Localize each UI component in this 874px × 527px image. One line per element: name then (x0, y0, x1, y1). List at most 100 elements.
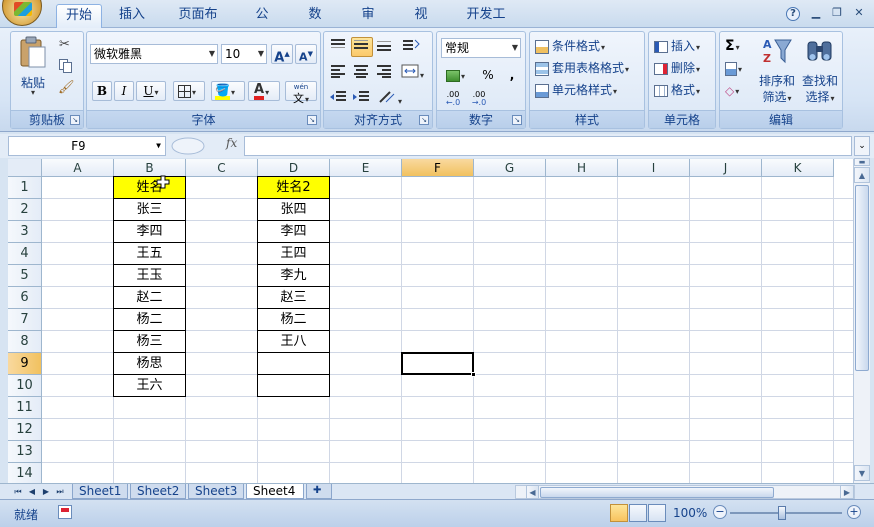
borders-button[interactable]: ▾ (173, 81, 205, 101)
row-header[interactable]: 11 (8, 397, 42, 419)
tab-developer[interactable]: 开发工具 (453, 4, 519, 44)
column-header[interactable]: E (330, 159, 402, 177)
format-painter-icon[interactable]: 🖌 (58, 80, 75, 95)
paste-button[interactable]: 粘贴 ▾ (15, 36, 51, 106)
font-color-button[interactable]: A▾ (248, 81, 280, 101)
conditional-format-button[interactable]: 条件格式▾ (534, 36, 642, 56)
table-cell[interactable]: 赵三 (257, 286, 330, 309)
phonetic-button[interactable]: wén 文▾ (285, 81, 317, 104)
row-header[interactable]: 14 (8, 463, 42, 483)
formula-input[interactable] (244, 136, 852, 156)
fill-button[interactable]: ▾ (724, 58, 754, 78)
sort-filter-button[interactable]: A Z 排序和 筛选▾ (756, 34, 798, 106)
sheet-tab-3[interactable]: Sheet3 (188, 484, 244, 499)
sheet-tab-4[interactable]: Sheet4 (246, 484, 304, 499)
number-format-combo[interactable]: 常规 ▼ (441, 38, 521, 58)
zoom-level[interactable]: 100% (673, 506, 707, 520)
row-header[interactable]: 3 (8, 221, 42, 243)
table-cell[interactable]: 杨三 (113, 330, 186, 353)
row-header[interactable]: 1 (8, 177, 42, 199)
minimize-icon[interactable]: ▁ (808, 6, 824, 22)
align-right-button[interactable] (374, 63, 396, 83)
column-header[interactable]: A (42, 159, 114, 177)
tab-page-layout[interactable]: 页面布局 (166, 4, 230, 44)
merge-center-button[interactable]: ▾ (400, 63, 428, 83)
tab-insert[interactable]: 插入 (110, 4, 154, 28)
row-header[interactable]: 2 (8, 199, 42, 221)
scroll-down-icon[interactable]: ▼ (854, 465, 870, 481)
table-cell[interactable]: 姓名 (113, 176, 186, 199)
sheet-tab-1[interactable]: Sheet1 (72, 484, 128, 499)
column-header[interactable]: H (546, 159, 618, 177)
percent-button[interactable]: % (477, 65, 499, 85)
office-button[interactable] (2, 0, 42, 26)
table-cell[interactable]: 李九 (257, 264, 330, 287)
table-cell[interactable] (257, 352, 330, 375)
table-cell[interactable] (257, 374, 330, 397)
zoom-slider-track[interactable] (730, 512, 842, 514)
vertical-scrollbar[interactable]: ▬ ▲ ▼ (853, 158, 870, 483)
cut-icon[interactable]: ✂ (59, 37, 70, 52)
align-bottom-button[interactable] (374, 37, 396, 57)
zoom-in-icon[interactable]: + (847, 505, 861, 519)
insert-function-icon[interactable]: fx (226, 136, 237, 150)
first-sheet-icon[interactable]: ⏮ (12, 485, 24, 499)
column-header[interactable]: B (114, 159, 186, 177)
shrink-font-button[interactable]: A▼ (295, 44, 317, 64)
text-direction-button[interactable]: ▾ (376, 89, 406, 109)
tab-review[interactable]: 审阅 (348, 4, 388, 44)
currency-button[interactable]: ▾ (441, 65, 473, 85)
number-launcher-icon[interactable]: ↘ (512, 115, 522, 125)
next-sheet-icon[interactable]: ▶ (40, 485, 52, 499)
align-center-button[interactable] (351, 63, 373, 83)
vertical-scroll-thumb[interactable] (855, 185, 869, 371)
tab-home[interactable]: 开始 (56, 4, 102, 28)
name-box[interactable]: F9 ▼ (8, 136, 166, 156)
align-top-button[interactable] (328, 37, 350, 57)
row-header[interactable]: 12 (8, 419, 42, 441)
table-cell[interactable]: 姓名2 (257, 176, 330, 199)
column-header[interactable]: J (690, 159, 762, 177)
column-header[interactable]: G (474, 159, 546, 177)
font-size-combo[interactable]: 10 ▼ (221, 44, 267, 64)
table-cell[interactable]: 张三 (113, 198, 186, 221)
tab-data[interactable]: 数据 (295, 4, 335, 44)
decrease-decimal-button[interactable]: .00 →.0 (467, 90, 491, 110)
normal-view-icon[interactable] (610, 504, 628, 522)
page-layout-view-icon[interactable] (629, 504, 647, 522)
fill-color-button[interactable]: 🪣▾ (211, 81, 245, 101)
increase-indent-button[interactable] (351, 89, 373, 109)
tab-formulas[interactable]: 公式 (242, 4, 282, 44)
insert-cells-button[interactable]: 插入▾ (653, 36, 713, 56)
table-cell[interactable]: 张四 (257, 198, 330, 221)
row-header[interactable]: 5 (8, 265, 42, 287)
font-launcher-icon[interactable]: ↘ (307, 115, 317, 125)
active-cell-selection[interactable] (401, 352, 474, 375)
table-cell[interactable]: 杨二 (257, 308, 330, 331)
orientation-button[interactable] (400, 37, 424, 57)
align-middle-button[interactable] (351, 37, 373, 57)
zoom-out-icon[interactable]: − (713, 505, 727, 519)
scroll-up-icon[interactable]: ▲ (854, 167, 870, 183)
split-handle-icon[interactable]: ▬ (854, 158, 870, 166)
italic-button[interactable]: I (114, 81, 134, 101)
find-select-button[interactable]: 查找和 选择▾ (798, 34, 842, 106)
table-cell[interactable]: 李四 (113, 220, 186, 243)
column-header[interactable]: C (186, 159, 258, 177)
sheet-tab-2[interactable]: Sheet2 (130, 484, 186, 499)
row-header[interactable]: 6 (8, 287, 42, 309)
row-header[interactable]: 13 (8, 441, 42, 463)
decrease-indent-button[interactable] (328, 89, 350, 109)
font-name-combo[interactable]: 微软雅黑 ▼ (90, 44, 218, 64)
horizontal-scroll-thumb[interactable] (540, 487, 774, 498)
comma-button[interactable]: , (501, 65, 523, 85)
column-header[interactable]: I (618, 159, 690, 177)
close-icon[interactable]: ✕ (851, 6, 867, 22)
row-header[interactable]: 10 (8, 375, 42, 397)
table-cell[interactable]: 王六 (113, 374, 186, 397)
scroll-right-icon[interactable]: ▶ (840, 485, 854, 499)
select-all-corner[interactable] (8, 159, 42, 177)
delete-cells-button[interactable]: 删除▾ (653, 58, 713, 78)
clear-button[interactable]: ◇▾ (724, 80, 754, 100)
autosum-button[interactable]: Σ▾ (724, 36, 754, 56)
